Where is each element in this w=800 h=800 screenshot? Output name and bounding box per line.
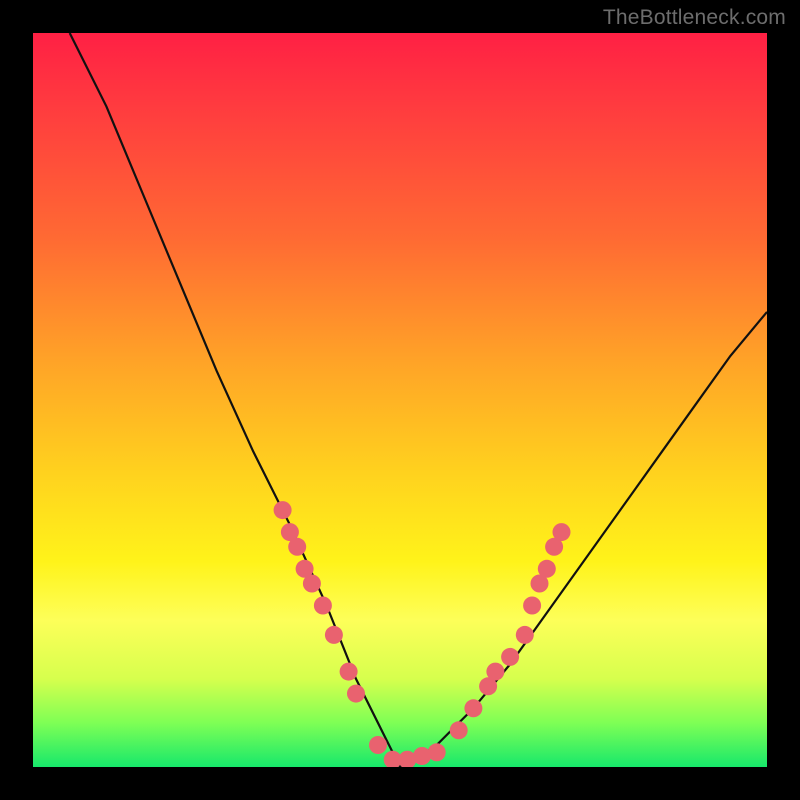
data-marker [288, 538, 306, 556]
data-marker [538, 560, 556, 578]
data-marker [325, 626, 343, 644]
data-marker [369, 736, 387, 754]
data-marker [347, 685, 365, 703]
watermark-text: TheBottleneck.com [603, 6, 786, 30]
data-marker [523, 597, 541, 615]
data-marker [340, 663, 358, 681]
data-marker [274, 501, 292, 519]
data-marker [314, 597, 332, 615]
chart-frame: TheBottleneck.com [0, 0, 800, 800]
data-marker [464, 699, 482, 717]
data-marker [486, 663, 504, 681]
data-marker [516, 626, 534, 644]
data-marker [450, 721, 468, 739]
plot-area [33, 33, 767, 767]
data-marker [501, 648, 519, 666]
data-marker [553, 523, 571, 541]
data-marker [428, 743, 446, 761]
bottleneck-curve [33, 33, 767, 767]
data-marker [303, 575, 321, 593]
